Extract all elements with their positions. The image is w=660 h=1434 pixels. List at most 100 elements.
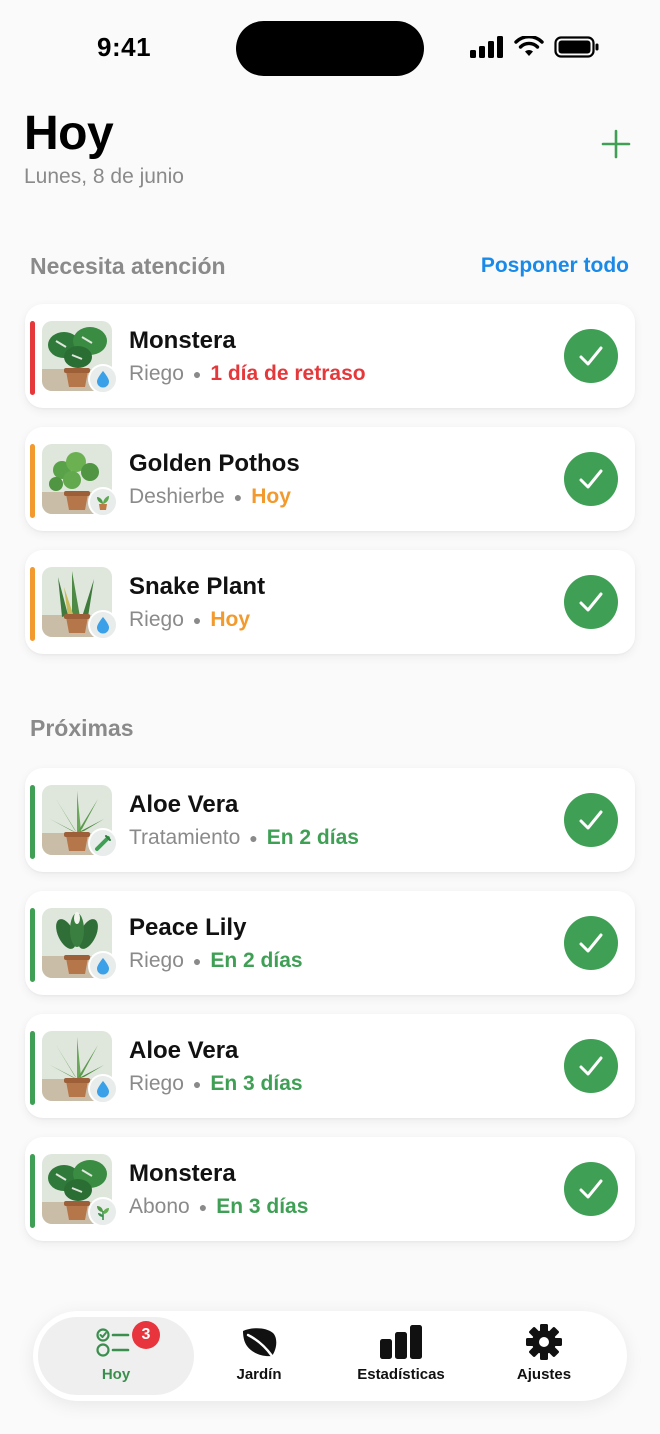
task-meta: Riego ● Hoy bbox=[129, 608, 250, 632]
urgency-indicator bbox=[30, 444, 35, 518]
checkmark-icon bbox=[579, 810, 603, 830]
task-meta: Riego ● En 2 días bbox=[129, 949, 303, 973]
separator-dot: ● bbox=[192, 953, 202, 969]
task-due: En 2 días bbox=[266, 826, 359, 849]
status-icons bbox=[470, 36, 600, 58]
task-type: Riego bbox=[129, 949, 184, 972]
water-drop-icon bbox=[88, 610, 118, 640]
separator-dot: ● bbox=[192, 1076, 202, 1092]
task-due: 1 día de retraso bbox=[210, 362, 366, 385]
plant-name: Golden Pothos bbox=[129, 450, 300, 477]
water-drop-icon bbox=[88, 951, 118, 981]
tab-settings-label: Ajustes bbox=[516, 1366, 572, 1383]
attention-task-list: Monstera Riego ● 1 día de retraso Golden Pot… bbox=[25, 304, 635, 673]
postpone-all-button[interactable]: Posponer todo bbox=[481, 254, 629, 278]
tab-today-label: Hoy bbox=[101, 1366, 131, 1383]
plant-name: Aloe Vera bbox=[129, 791, 239, 818]
task-meta: Riego ● 1 día de retraso bbox=[129, 362, 366, 386]
task-due: Hoy bbox=[251, 485, 291, 508]
urgency-indicator bbox=[30, 567, 35, 641]
urgency-indicator bbox=[30, 1154, 35, 1228]
separator-dot: ● bbox=[233, 489, 243, 505]
complete-task-button[interactable] bbox=[564, 916, 618, 970]
status-time: 9:41 bbox=[97, 32, 152, 62]
checkmark-icon bbox=[579, 1179, 603, 1199]
task-due: En 3 días bbox=[210, 1072, 303, 1095]
water-drop-icon bbox=[88, 364, 118, 394]
complete-task-button[interactable] bbox=[564, 1162, 618, 1216]
task-meta: Abono ● En 3 días bbox=[129, 1195, 308, 1219]
gear-icon bbox=[525, 1324, 563, 1360]
battery-icon bbox=[554, 36, 599, 58]
task-card[interactable]: Peace Lily Riego ● En 2 días bbox=[25, 891, 635, 995]
plant-name: Aloe Vera bbox=[129, 1037, 239, 1064]
status-bar: 9:41 bbox=[0, 0, 660, 96]
upcoming-section-title: Próximas bbox=[30, 714, 134, 741]
complete-task-button[interactable] bbox=[564, 452, 618, 506]
plant-name: Monstera bbox=[129, 1160, 236, 1187]
upcoming-section-header: Próximas bbox=[30, 713, 629, 743]
tab-bar: Hoy 3 Jardín Estadísticas Ajustes bbox=[33, 1311, 627, 1401]
tab-today[interactable]: Hoy 3 bbox=[38, 1317, 194, 1395]
task-type: Tratamiento bbox=[129, 826, 241, 849]
page-date: Lunes, 8 de junio bbox=[24, 165, 184, 188]
treatment-icon bbox=[88, 828, 118, 858]
separator-dot: ● bbox=[192, 366, 202, 382]
attention-section-title: Necesita atención bbox=[30, 252, 226, 279]
tab-settings[interactable]: Ajustes bbox=[466, 1317, 622, 1395]
wifi-icon bbox=[514, 36, 544, 56]
urgency-indicator bbox=[30, 908, 35, 982]
task-due: En 2 días bbox=[210, 949, 303, 972]
tab-stats-label: Estadísticas bbox=[357, 1366, 445, 1383]
tab-garden-label: Jardín bbox=[236, 1366, 282, 1383]
task-meta: Riego ● En 3 días bbox=[129, 1072, 303, 1096]
task-type: Abono bbox=[129, 1195, 190, 1218]
task-type: Riego bbox=[129, 608, 184, 631]
task-type: Deshierbe bbox=[129, 485, 225, 508]
page-header: Hoy Lunes, 8 de junio bbox=[24, 106, 636, 206]
checkmark-icon bbox=[579, 346, 603, 366]
checkmark-icon bbox=[579, 1056, 603, 1076]
page-title: Hoy bbox=[24, 107, 114, 160]
task-due: En 3 días bbox=[216, 1195, 309, 1218]
plant-name: Snake Plant bbox=[129, 573, 266, 600]
task-card[interactable]: Monstera Abono ● En 3 días bbox=[25, 1137, 635, 1241]
checkmark-icon bbox=[579, 469, 603, 489]
separator-dot: ● bbox=[198, 1199, 208, 1215]
checkmark-icon bbox=[579, 933, 603, 953]
attention-section-header: Necesita atención Posponer todo bbox=[30, 251, 629, 281]
plus-icon bbox=[601, 129, 631, 159]
task-card[interactable]: Aloe Vera Riego ● En 3 días bbox=[25, 1014, 635, 1118]
tab-stats[interactable]: Estadísticas bbox=[323, 1317, 479, 1395]
complete-task-button[interactable] bbox=[564, 575, 618, 629]
separator-dot: ● bbox=[192, 612, 202, 628]
task-due: Hoy bbox=[210, 608, 251, 631]
task-meta: Tratamiento ● En 2 días bbox=[129, 826, 359, 850]
potted-plant-icon bbox=[88, 487, 118, 517]
task-card[interactable]: Monstera Riego ● 1 día de retraso bbox=[25, 304, 635, 408]
urgency-indicator bbox=[30, 1031, 35, 1105]
task-type: Riego bbox=[129, 362, 184, 385]
plant-name: Peace Lily bbox=[129, 914, 247, 941]
fertilizer-icon bbox=[88, 1197, 118, 1227]
task-card[interactable]: Golden Pothos Deshierbe ● Hoy bbox=[25, 427, 635, 531]
complete-task-button[interactable] bbox=[564, 329, 618, 383]
complete-task-button[interactable] bbox=[564, 793, 618, 847]
tab-today-badge: 3 bbox=[132, 1321, 160, 1349]
cellular-signal-icon bbox=[470, 36, 503, 58]
task-card[interactable]: Snake Plant Riego ● Hoy bbox=[25, 550, 635, 654]
complete-task-button[interactable] bbox=[564, 1039, 618, 1093]
bar-chart-icon bbox=[379, 1324, 423, 1360]
dynamic-island bbox=[236, 21, 424, 76]
urgency-indicator bbox=[30, 785, 35, 859]
add-button[interactable] bbox=[596, 124, 636, 164]
plant-name: Monstera bbox=[129, 327, 236, 354]
tab-garden[interactable]: Jardín bbox=[181, 1317, 337, 1395]
separator-dot: ● bbox=[249, 830, 258, 846]
task-type: Riego bbox=[129, 1072, 184, 1095]
water-drop-icon bbox=[88, 1074, 118, 1104]
checkmark-icon bbox=[579, 592, 603, 612]
upcoming-task-list: Aloe Vera Tratamiento ● En 2 días Peace Lily… bbox=[25, 768, 635, 1260]
task-card[interactable]: Aloe Vera Tratamiento ● En 2 días bbox=[25, 768, 635, 872]
urgency-indicator bbox=[30, 321, 35, 395]
